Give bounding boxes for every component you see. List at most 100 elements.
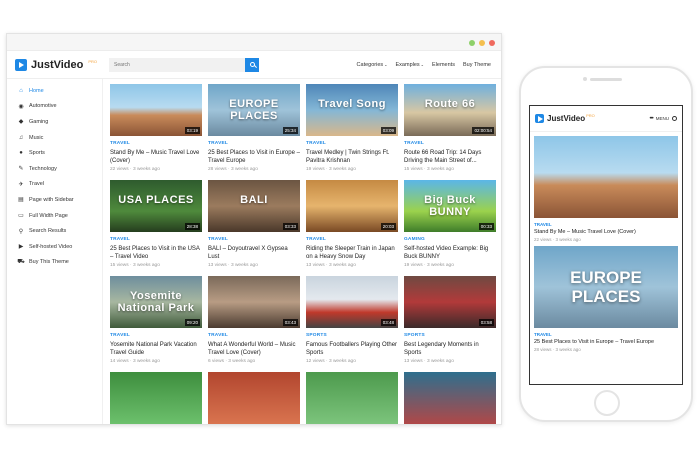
video-card[interactable]: 03:58 SPORTS Best Legendary Moments in Spo…	[404, 276, 496, 372]
sidebar-item-automotive[interactable]: ◉ Automotive	[7, 99, 102, 115]
video-thumbnail[interactable]: 03:48	[306, 276, 398, 328]
sidebar-item-search-results[interactable]: ⚲ Search Results	[7, 223, 102, 239]
chevron-down-icon: ⌄	[384, 61, 388, 67]
video-category[interactable]: TRAVEL	[534, 222, 678, 227]
mobile-menu[interactable]: ••• MENU	[649, 116, 677, 122]
video-category[interactable]: TRAVEL	[208, 237, 300, 242]
search-input[interactable]	[109, 57, 245, 72]
video-title[interactable]: 25 Best Places to Visit in the USA – Tra…	[110, 245, 202, 261]
video-thumbnail[interactable]: EUROPE PLACES	[534, 246, 678, 328]
video-thumbnail[interactable]	[404, 372, 496, 424]
video-thumbnail[interactable]: USA PLACES 28:38	[110, 180, 202, 232]
video-thumbnail[interactable]	[534, 136, 678, 218]
video-meta: 13 views · 3 weeks ago	[404, 359, 496, 364]
video-card[interactable]: USA PLACES 28:38 TRAVEL 25 Best Places to V…	[110, 180, 202, 276]
upload-age: 3 weeks ago	[230, 263, 258, 268]
video-category[interactable]: SPORTS	[306, 333, 398, 338]
video-thumbnail[interactable]	[306, 372, 398, 424]
top-navigation: Categories⌄ Examples⌄ Elements Buy Theme	[357, 62, 491, 68]
video-title[interactable]: BALI – Doyoutravel X Gypsea Lust	[208, 245, 300, 261]
video-card[interactable]: Yosemite National Park 09:20 TRAVEL Yosemit…	[110, 276, 202, 372]
video-card[interactable]: 20:03 TRAVEL Riding the Sleeper Train in J…	[306, 180, 398, 276]
video-card[interactable]: 03:48 SPORTS Famous Footballers Playing Ot…	[306, 276, 398, 372]
thumbnail-overlay-text: Yosemite National Park	[117, 290, 195, 314]
video-thumbnail[interactable]: Big Buck BUNNY 00:33	[404, 180, 496, 232]
mobile-video-card[interactable]: TRAVEL Stand By Me – Music Travel Love (C…	[530, 136, 682, 242]
video-title[interactable]: Riding the Sleeper Train in Japan on a H…	[306, 245, 398, 261]
video-category[interactable]: TRAVEL	[208, 333, 300, 338]
search-icon[interactable]	[672, 116, 677, 121]
upload-age: 3 weeks ago	[426, 167, 454, 172]
minimize-dot[interactable]	[479, 40, 485, 46]
video-card[interactable]	[110, 372, 202, 424]
sidebar-item-full-width-page[interactable]: ▭ Full Width Page	[7, 208, 102, 224]
sidebar-item-label: Home	[29, 87, 44, 94]
video-card[interactable]	[208, 372, 300, 424]
video-category[interactable]: TRAVEL	[306, 237, 398, 242]
video-category[interactable]: GAMING	[404, 237, 496, 242]
sidebar-item-sports[interactable]: ● Sports	[7, 145, 102, 161]
video-thumbnail[interactable]: EUROPE PLACES 25:34	[208, 84, 300, 136]
video-thumbnail[interactable]: 03:43	[208, 276, 300, 328]
sidebar-item-home[interactable]: ⌂ Home	[7, 83, 102, 99]
video-title[interactable]: 25 Best Places to Visit in Europe – Trav…	[208, 149, 300, 165]
video-title[interactable]: Self-hosted Video Example: Big Buck BUNN…	[404, 245, 496, 261]
video-thumbnail[interactable]	[208, 372, 300, 424]
video-card[interactable]: EUROPE PLACES 25:34 TRAVEL 25 Best Places t…	[208, 84, 300, 180]
video-category[interactable]: SPORTS	[404, 333, 496, 338]
video-thumbnail[interactable]: 03:58	[404, 276, 496, 328]
nav-item-examples[interactable]: Examples⌄	[396, 62, 425, 68]
video-title[interactable]: Travel Medley | Twin Strings Ft. Pavitra…	[306, 149, 398, 165]
video-thumbnail[interactable]: 20:03	[306, 180, 398, 232]
nav-label: Buy Theme	[462, 61, 491, 68]
sidebar-item-gaming[interactable]: ◆ Gaming	[7, 114, 102, 130]
maximize-dot[interactable]	[469, 40, 475, 46]
video-thumbnail[interactable]: BALI 03:33	[208, 180, 300, 232]
nav-item-elements[interactable]: Elements	[432, 62, 455, 68]
video-category[interactable]: TRAVEL	[110, 237, 202, 242]
nav-item-buy-theme[interactable]: Buy Theme	[463, 62, 491, 68]
sidebar-item-travel[interactable]: ✈ Travel	[7, 177, 102, 193]
sidebar-item-page-with-sidebar[interactable]: ▤ Page with Sidebar	[7, 192, 102, 208]
phone-home-button[interactable]	[594, 390, 620, 416]
sidebar-item-self-hosted-video[interactable]: ▶ Self-hosted Video	[7, 239, 102, 255]
video-thumbnail[interactable]: Yosemite National Park 09:20	[110, 276, 202, 328]
video-title[interactable]: Famous Footballers Playing Other Sports	[306, 341, 398, 357]
video-thumbnail[interactable]: Travel Song 03:09	[306, 84, 398, 136]
video-category[interactable]: TRAVEL	[208, 141, 300, 146]
nav-item-categories[interactable]: Categories⌄	[357, 62, 388, 68]
video-title[interactable]: Yosemite National Park Vacation Travel G…	[110, 341, 202, 357]
video-thumbnail[interactable]: 03:19	[110, 84, 202, 136]
video-title[interactable]: Route 66 Road Trip: 14 Days Driving the …	[404, 149, 496, 165]
upload-age: 3 weeks ago	[132, 263, 160, 268]
video-card[interactable]	[306, 372, 398, 424]
video-card[interactable]: Travel Song 03:09 TRAVEL Travel Medley | Tw…	[306, 84, 398, 180]
video-card[interactable]: 03:19 TRAVEL Stand By Me – Music Travel Lo…	[110, 84, 202, 180]
video-thumbnail[interactable]: Route 66 02:00:54	[404, 84, 496, 136]
search-button[interactable]	[245, 57, 259, 72]
video-card[interactable]: Route 66 02:00:54 TRAVEL Route 66 Road Trip…	[404, 84, 496, 180]
video-card[interactable]: 03:43 TRAVEL What A Wonderful World – Musi…	[208, 276, 300, 372]
video-category[interactable]: TRAVEL	[534, 332, 678, 337]
video-title[interactable]: What A Wonderful World – Music Travel Lo…	[208, 341, 300, 357]
site-logo[interactable]: JustVideo PRO	[15, 58, 109, 71]
video-card[interactable]: Big Buck BUNNY 00:33 GAMING Self-hosted Vid…	[404, 180, 496, 276]
close-dot[interactable]	[489, 40, 495, 46]
sidebar-item-technology[interactable]: ✎ Technology	[7, 161, 102, 177]
duration-badge: 03:43	[282, 319, 298, 326]
view-count: 19 views	[306, 167, 325, 172]
video-card[interactable]	[404, 372, 496, 424]
video-card[interactable]: BALI 03:33 TRAVEL BALI – Doyoutravel X Gyps…	[208, 180, 300, 276]
video-category[interactable]: TRAVEL	[404, 141, 496, 146]
video-title[interactable]: 25 Best Places to Visit in Europe – Trav…	[534, 339, 678, 345]
sidebar-item-music[interactable]: ♫ Music	[7, 130, 102, 146]
video-title[interactable]: Best Legendary Moments in Sports	[404, 341, 496, 357]
video-thumbnail[interactable]	[110, 372, 202, 424]
mobile-video-card[interactable]: EUROPE PLACES TRAVEL 25 Best Places to Vis…	[530, 246, 682, 352]
video-category[interactable]: TRAVEL	[110, 333, 202, 338]
video-category[interactable]: TRAVEL	[110, 141, 202, 146]
video-category[interactable]: TRAVEL	[306, 141, 398, 146]
video-title[interactable]: Stand By Me – Music Travel Love (Cover)	[534, 229, 678, 235]
video-title[interactable]: Stand By Me – Music Travel Love (Cover)	[110, 149, 202, 165]
sidebar-item-buy-this-theme[interactable]: ⛟ Buy This Theme	[7, 255, 102, 271]
